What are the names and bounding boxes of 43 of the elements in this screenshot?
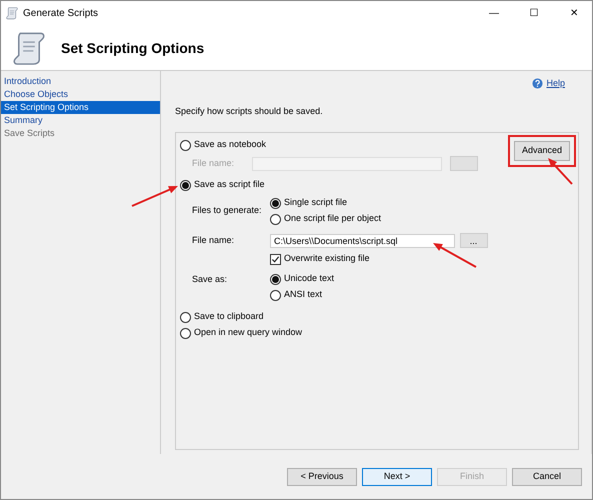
radio-label: Save as script file xyxy=(194,178,265,192)
previous-button[interactable]: < Previous xyxy=(287,468,357,486)
help-link[interactable]: Help xyxy=(532,77,565,90)
instruction-text: Specify how scripts should be saved. xyxy=(175,104,324,118)
next-button[interactable]: Next > xyxy=(362,468,432,486)
field-label: Save as: xyxy=(192,273,228,286)
radio-button[interactable] xyxy=(270,274,281,284)
radio-button[interactable] xyxy=(270,290,281,300)
radio-button[interactable] xyxy=(180,140,191,150)
help-icon xyxy=(532,77,544,90)
annotation-arrow xyxy=(132,186,178,207)
radio-label: ANSI text xyxy=(284,288,322,302)
radio-button[interactable] xyxy=(180,180,191,190)
maximize-button[interactable]: ☐ xyxy=(516,6,552,21)
radio-label: Single script file xyxy=(284,196,348,210)
radio-label: Open in new query window xyxy=(194,326,302,340)
minimize-button[interactable]: — xyxy=(476,6,512,21)
advanced-button[interactable]: Advanced xyxy=(514,141,570,160)
checkbox[interactable] xyxy=(270,254,281,264)
sidebar-item[interactable]: Introduction xyxy=(1,75,160,88)
page-title: Set Scripting Options xyxy=(61,40,204,56)
scroll-icon xyxy=(5,6,19,21)
radio-label: One script file per object xyxy=(284,212,382,226)
annotation-arrow xyxy=(433,243,476,268)
radio-button[interactable] xyxy=(270,198,281,208)
window-title: Generate Scripts xyxy=(23,7,100,21)
field-label: File name: xyxy=(192,156,236,170)
radio-label: Save as notebook xyxy=(194,138,266,152)
radio-button[interactable] xyxy=(180,312,191,322)
sidebar-item[interactable]: Choose Objects xyxy=(1,88,160,101)
cancel-button[interactable]: Cancel xyxy=(512,468,582,486)
radio-button[interactable] xyxy=(180,328,191,338)
field-label: File name: xyxy=(192,234,236,247)
file-name-field[interactable]: C:\Users\\Documents\script.sql xyxy=(270,234,455,248)
close-button[interactable]: ✕ xyxy=(556,6,592,21)
radio-button[interactable] xyxy=(270,214,281,224)
field-label: Files to generate: xyxy=(192,204,263,218)
radio-label: Unicode text xyxy=(284,272,334,286)
radio-label: Save to clipboard xyxy=(194,310,264,324)
checkbox-label: Overwrite existing file xyxy=(284,252,370,266)
browse-button[interactable]: ... xyxy=(460,233,488,248)
sidebar-item[interactable]: Set Scripting Options xyxy=(1,101,160,114)
sidebar-item[interactable]: Summary xyxy=(1,114,160,127)
